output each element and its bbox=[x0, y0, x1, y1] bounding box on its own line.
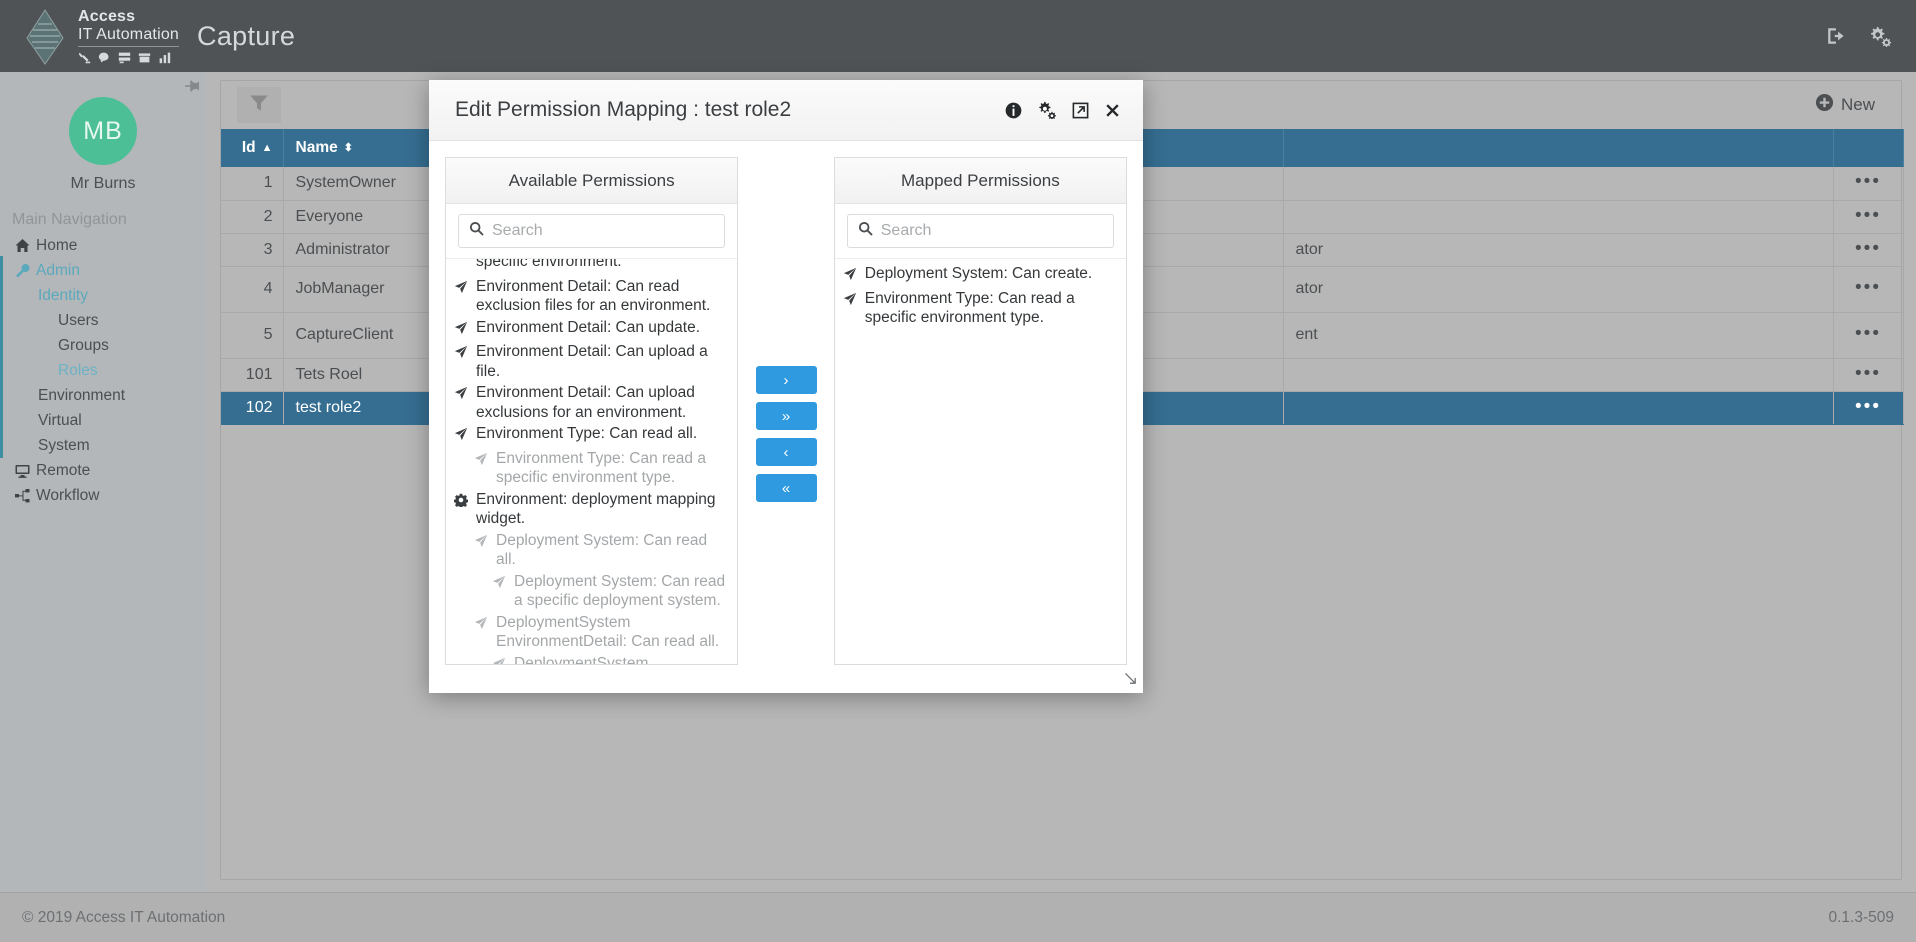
search-icon bbox=[469, 221, 484, 241]
paper-plane-icon bbox=[454, 424, 468, 447]
paper-plane-icon bbox=[454, 383, 468, 422]
list-item[interactable]: Environment Detail: Can read exclusion f… bbox=[454, 276, 729, 317]
list-item[interactable]: specific environment. bbox=[454, 259, 729, 276]
cogs-icon[interactable] bbox=[1037, 101, 1057, 120]
move-right-button[interactable]: › bbox=[755, 366, 817, 395]
list-item-label: Environment Type: Can read a specific en… bbox=[864, 289, 1075, 327]
close-icon[interactable] bbox=[1104, 102, 1121, 119]
list-item-label: DeploymentSystem EnvironmentDetail: Can … bbox=[514, 654, 649, 665]
list-item-label: Deployment System: Can read a specific d… bbox=[514, 572, 726, 610]
expand-icon[interactable] bbox=[1072, 102, 1089, 119]
move-left-button[interactable]: ‹ bbox=[755, 438, 817, 467]
list-item[interactable]: Deployment System: Can read all. bbox=[454, 530, 729, 571]
modal-body: Available Permissions Search specific en… bbox=[429, 141, 1143, 666]
paper-plane-icon bbox=[492, 654, 506, 665]
list-item-label: Environment Detail: Can upload exclusion… bbox=[476, 384, 695, 421]
paper-plane-icon bbox=[454, 277, 468, 316]
move-all-left-button[interactable]: « bbox=[755, 474, 817, 503]
app-root: Access IT Automation Capture MB Mr Burns… bbox=[0, 0, 1916, 942]
available-permissions-panel: Available Permissions Search specific en… bbox=[445, 157, 739, 666]
paper-plane-icon bbox=[474, 449, 488, 488]
list-item-label: DeploymentSystem EnvironmentDetail: Can … bbox=[496, 613, 720, 651]
list-item-label: Environment Type: Can read a specific en… bbox=[496, 449, 706, 487]
list-item[interactable]: Environment: deployment mapping widget. bbox=[453, 489, 729, 530]
list-item-label: Deployment System: Can read all. bbox=[496, 531, 708, 569]
list-item-label: Environment Detail: Can upload a file. bbox=[476, 343, 708, 380]
list-item-label: Environment Type: Can read all. bbox=[476, 425, 698, 443]
available-permissions-header: Available Permissions bbox=[446, 158, 738, 205]
paper-plane-icon bbox=[454, 318, 468, 341]
list-item-label: Environment Detail: Can update. bbox=[476, 318, 701, 336]
mapped-permissions-panel: Mapped Permissions Search Deployment Sys… bbox=[833, 157, 1127, 666]
available-search-wrap bbox=[446, 204, 738, 260]
list-item-label: Deployment System: Can create. bbox=[864, 265, 1093, 283]
modal-footer bbox=[429, 665, 1143, 693]
modal-header-actions bbox=[1005, 101, 1121, 120]
list-item[interactable]: Environment Detail: Can update. bbox=[454, 317, 729, 342]
move-all-right-button[interactable]: » bbox=[755, 402, 817, 431]
search-icon bbox=[858, 221, 873, 241]
paper-plane-icon bbox=[492, 572, 506, 611]
modal-title: Edit Permission Mapping : test role2 bbox=[455, 98, 792, 122]
list-item[interactable]: DeploymentSystem EnvironmentDetail: Can … bbox=[454, 653, 729, 665]
gear-icon bbox=[453, 490, 469, 529]
list-item[interactable]: Environment Type: Can read all. bbox=[454, 423, 729, 448]
list-item[interactable]: Environment Type: Can read a specific en… bbox=[843, 288, 1118, 329]
list-item[interactable]: Deployment System: Can read a specific d… bbox=[454, 571, 729, 612]
edit-permission-mapping-dialog: Edit Permission Mapping : test role2 Ava… bbox=[429, 80, 1143, 693]
paper-plane-icon bbox=[843, 264, 857, 287]
paper-plane-icon bbox=[454, 342, 468, 381]
available-permissions-list[interactable]: specific environment. Environment Detail… bbox=[446, 259, 737, 665]
modal-overlay: Edit Permission Mapping : test role2 Ava… bbox=[0, 0, 1916, 942]
mapped-permissions-list[interactable]: Deployment System: Can create. Environme… bbox=[835, 259, 1126, 664]
mapped-search[interactable] bbox=[846, 214, 1114, 249]
available-search[interactable] bbox=[458, 214, 726, 249]
modal-header: Edit Permission Mapping : test role2 bbox=[429, 80, 1143, 142]
list-item[interactable]: DeploymentSystem EnvironmentDetail: Can … bbox=[454, 612, 729, 653]
mapped-search-wrap bbox=[834, 204, 1126, 260]
mapped-permissions-header: Mapped Permissions bbox=[834, 158, 1126, 205]
list-item[interactable]: Environment Type: Can read a specific en… bbox=[454, 448, 729, 489]
list-item[interactable]: Environment Detail: Can upload exclusion… bbox=[454, 382, 729, 423]
mapped-search-input[interactable] bbox=[880, 222, 1113, 241]
list-item-label: Environment: deployment mapping widget. bbox=[476, 490, 716, 528]
list-item-label: specific environment. bbox=[476, 259, 622, 271]
info-icon[interactable] bbox=[1005, 102, 1022, 119]
paper-plane-icon bbox=[843, 289, 857, 328]
paper-plane-icon bbox=[474, 613, 488, 652]
list-item[interactable]: Environment Detail: Can upload a file. bbox=[454, 341, 729, 382]
list-item[interactable]: Deployment System: Can create. bbox=[843, 263, 1118, 288]
available-search-input[interactable] bbox=[492, 222, 725, 241]
transfer-button-group: › » ‹ « bbox=[738, 157, 834, 665]
paper-plane-icon bbox=[474, 531, 488, 570]
list-item-label: Environment Detail: Can read exclusion f… bbox=[476, 277, 711, 315]
resize-handle-icon[interactable] bbox=[1123, 671, 1138, 690]
